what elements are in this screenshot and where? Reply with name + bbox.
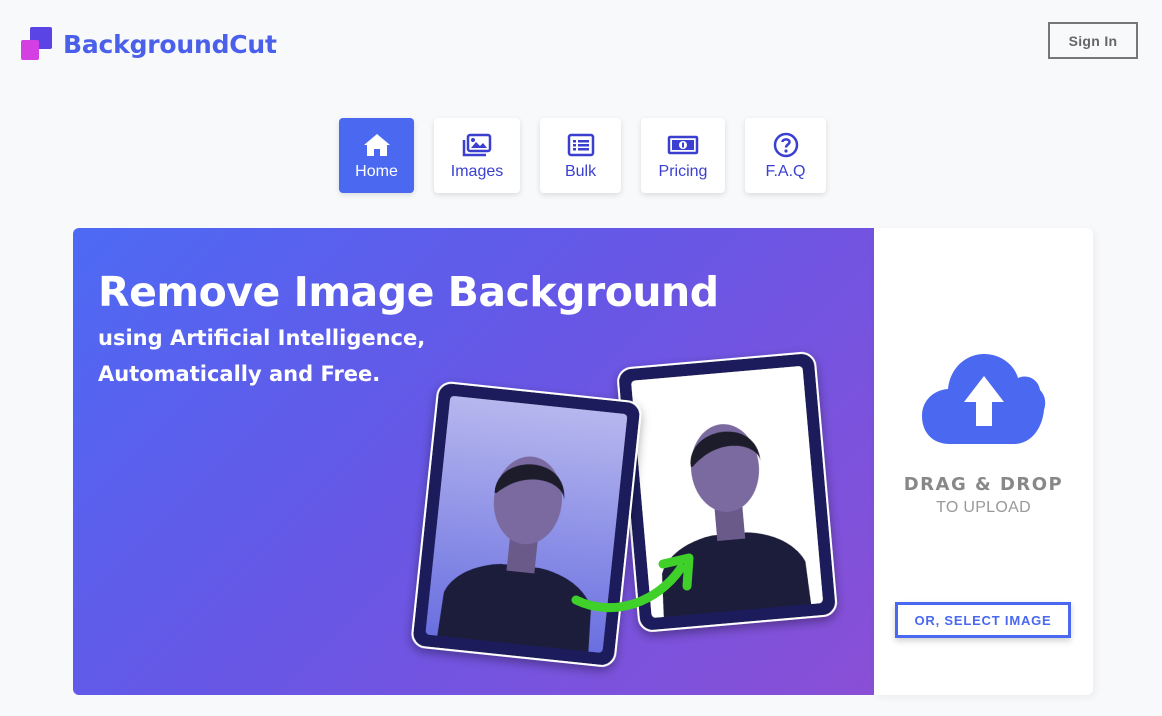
tab-home-label: Home (355, 162, 398, 180)
cloud-upload-icon (922, 354, 1046, 450)
home-icon (361, 132, 393, 158)
drag-drop-subtitle: TO UPLOAD (936, 499, 1031, 516)
list-icon (565, 132, 597, 158)
tab-home[interactable]: Home (339, 118, 414, 193)
brand-logo[interactable]: BackgroundCut (18, 26, 277, 62)
sign-in-button[interactable]: Sign In (1048, 22, 1138, 59)
drag-drop-title: DRAG & DROP (903, 474, 1064, 495)
hero-banner: Remove Image Background using Artificial… (73, 228, 875, 695)
before-after-illustration (411, 351, 838, 667)
logo-icon (18, 26, 54, 62)
upload-dropzone[interactable]: DRAG & DROP TO UPLOAD OR, SELECT IMAGE (874, 228, 1093, 695)
before-photo-tablet (411, 381, 642, 667)
tab-bulk[interactable]: Bulk (540, 118, 621, 193)
tab-pricing[interactable]: Pricing (641, 118, 725, 193)
money-icon (667, 132, 699, 158)
tab-images[interactable]: Images (434, 118, 520, 193)
main-nav: Home Images Bulk Pricing F.A.Q (0, 118, 1162, 194)
tab-faq[interactable]: F.A.Q (745, 118, 826, 193)
brand-name: BackgroundCut (63, 29, 277, 59)
after-photo-tablet (617, 351, 838, 632)
tab-bulk-label: Bulk (564, 162, 597, 180)
tab-faq-label: F.A.Q (765, 162, 806, 180)
select-image-button[interactable]: OR, SELECT IMAGE (895, 602, 1071, 638)
question-icon (770, 132, 802, 158)
tab-images-label: Images (450, 162, 504, 180)
tab-pricing-label: Pricing (658, 162, 708, 180)
images-icon (461, 132, 493, 158)
